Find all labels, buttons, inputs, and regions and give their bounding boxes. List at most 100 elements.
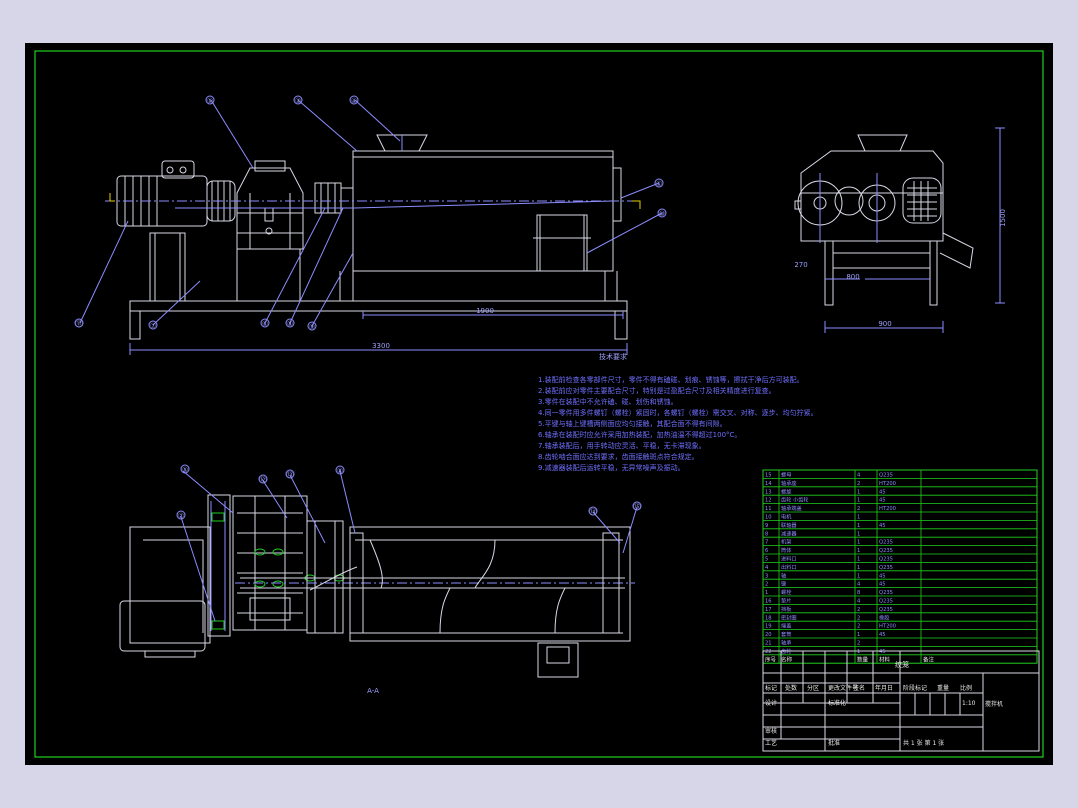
bom-cell: 2 (857, 607, 860, 613)
bom-cell: Q235 (879, 540, 893, 546)
bom-cell: 13 (765, 489, 772, 495)
bom-header-cell: 名称 (781, 655, 793, 663)
bom-cell: 10 (765, 515, 772, 521)
bill-of-materials: 15 螺母 4 Q23514 轴承座 2 HT20013 螺旋 1 4512 齿轮 小齿轮 1 4511… (762, 469, 1038, 664)
balloon-8: ⑧ (287, 320, 293, 328)
bom-header-cell: 数量 (857, 655, 869, 663)
bom-cell: 齿轮 小齿轮 (781, 496, 809, 504)
bom-cell: 17 (765, 607, 772, 613)
tb-zone: 分区 (807, 684, 819, 692)
bom-cell: 1 (857, 573, 860, 579)
balloon-6: ⑥ (262, 320, 268, 328)
side-view: 1500 270 800 900 (794, 127, 1007, 333)
bom-cell: 轴 (781, 571, 786, 579)
bom-cell: 16 (765, 599, 772, 605)
bom-cell: 22 (765, 649, 772, 655)
title-block: 绞笼 标记 处数 分区 更改文件号 签名 年月日 设计 标准化 阶段标记 重量 … (762, 650, 1040, 752)
bom-cell: 挡板 (781, 605, 792, 613)
bom-cell: 筒体 (781, 546, 792, 554)
bom-cell: 1 (857, 489, 860, 495)
front-view: ⑤ ③ ④ ① ⑩ ⑪ ⑦ ⑥ ⑧ ⑨ 1900 3300 技术要求 (74, 95, 667, 361)
balloon-10: ⑩ (659, 210, 665, 218)
requirement-7: 7.轴承装配后，用手转动应灵活、平稳，无卡滞现象。 (538, 441, 706, 450)
balloon-1: ① (656, 180, 662, 188)
bom-cell: Q235 (879, 607, 893, 613)
bom-cell: HT200 (879, 481, 896, 487)
bom-cell: Q235 (879, 557, 893, 563)
bom-cell: Q235 (879, 473, 893, 479)
bom-cell: 轴承座 (781, 479, 797, 487)
balloon-7: ⑦ (150, 322, 156, 330)
dim-body-length: 1900 (476, 307, 494, 315)
balloon-11: ⑪ (76, 320, 83, 328)
tb-date: 年月日 (875, 684, 893, 692)
bom-cell: 20 (765, 632, 772, 638)
tb-design: 设计 (765, 699, 777, 707)
tb-standard: 标准化 (828, 699, 846, 707)
bom-cell: 2 (765, 582, 768, 588)
requirement-8: 8.齿轮啮合面应达到要求，齿面接触斑点符合规定。 (538, 452, 699, 461)
balloon-5: ⑤ (207, 97, 213, 105)
section-label: A-A (367, 687, 379, 695)
technical-requirements: 1.装配前检查各零部件尺寸，零件不得有磕碰、划痕、锈蚀等，擦拭干净后方可装配。 … (538, 375, 818, 472)
bom-cell: 1 (857, 531, 860, 537)
bom-cell: Q235 (879, 548, 893, 554)
bom-cell: HT200 (879, 624, 896, 630)
dim-offset: 270 (794, 261, 807, 269)
bom-cell: 11 (765, 506, 772, 512)
bom-cell: 进料口 (781, 555, 797, 563)
bom-cell: 1 (857, 515, 860, 521)
bom-header-cell: 备注 (923, 655, 935, 663)
requirement-2: 2.装配前应对零件主要配合尺寸，特别是过盈配合尺寸及相关精度进行复查。 (538, 386, 776, 395)
bom-cell: 1 (857, 540, 860, 546)
bom-cell: Q235 (879, 599, 893, 605)
bom-cell: 2 (857, 624, 860, 630)
section-balloon-12: ⑫ (260, 476, 267, 484)
bom-cell: 橡胶 (879, 613, 889, 621)
bom-cell: 螺旋 (781, 487, 792, 495)
bom-cell: HT200 (879, 506, 896, 512)
bom-cell: 8 (857, 590, 860, 596)
tb-review: 审核 (765, 727, 777, 735)
bom-cell: 15 (765, 473, 772, 479)
section-balloon-5: ⑤ (182, 466, 188, 474)
bom-header-cell: 材料 (879, 655, 891, 663)
bom-cell: 出料口 (781, 563, 797, 571)
title-text: 绞笼 (895, 660, 909, 669)
tb-mark: 标记 (765, 684, 777, 692)
bom-cell: 1 (857, 649, 860, 655)
bom-cell: 1 (857, 565, 860, 571)
requirement-3: 3.零件在装配中不允许磕、碰、划伤和锈蚀。 (538, 397, 678, 406)
bom-cell: 2 (857, 506, 860, 512)
bom-cell: 1 (857, 498, 860, 504)
bom-cell: 2 (857, 481, 860, 487)
bom-cell: 2 (857, 641, 860, 647)
requirements-caption: 技术要求 (599, 352, 627, 361)
section-balloon-14: ⑭ (590, 508, 597, 516)
section-balloon-15: ⑮ (634, 503, 641, 511)
bom-cell: 5 (765, 557, 768, 563)
tb-process: 工艺 (765, 739, 777, 747)
bom-cell: 4 (765, 565, 769, 571)
tb-sign: 签名 (853, 684, 865, 692)
bom-cell: 21 (765, 641, 772, 647)
drawing-sheet: ⑤ ③ ④ ① ⑩ ⑪ ⑦ ⑥ ⑧ ⑨ 1900 3300 技术要求 1500 … (25, 43, 1053, 765)
bom-cell: 电机 (781, 513, 792, 521)
requirement-5: 5.平键与轴上键槽两侧面应均匀接触，其配合面不得有间隙。 (538, 419, 727, 428)
tb-weight: 重量 (937, 684, 949, 692)
bom-cell: 2 (857, 615, 860, 621)
bom-cell: Q235 (879, 565, 893, 571)
dim-inner-width: 800 (846, 273, 859, 281)
bom-cell: 4 (857, 599, 861, 605)
bom-cell: 45 (879, 582, 886, 588)
requirement-6: 6.轴承在装配时应允许采用加热装配，加热油温不得超过100°C。 (538, 430, 741, 439)
bom-cell: 1 (857, 548, 860, 554)
bom-cell: 螺母 (781, 471, 791, 479)
tb-sheet-info: 共 1 张 第 1 张 (903, 739, 944, 747)
bom-cell: 轴承 (781, 639, 792, 647)
bom-cell: 45 (879, 632, 886, 638)
bom-cell: 45 (879, 489, 886, 495)
cad-drawing: ⑤ ③ ④ ① ⑩ ⑪ ⑦ ⑥ ⑧ ⑨ 1900 3300 技术要求 1500 … (34, 50, 1044, 758)
dim-height: 1500 (999, 209, 1007, 227)
bom-cell: 1 (857, 523, 860, 529)
